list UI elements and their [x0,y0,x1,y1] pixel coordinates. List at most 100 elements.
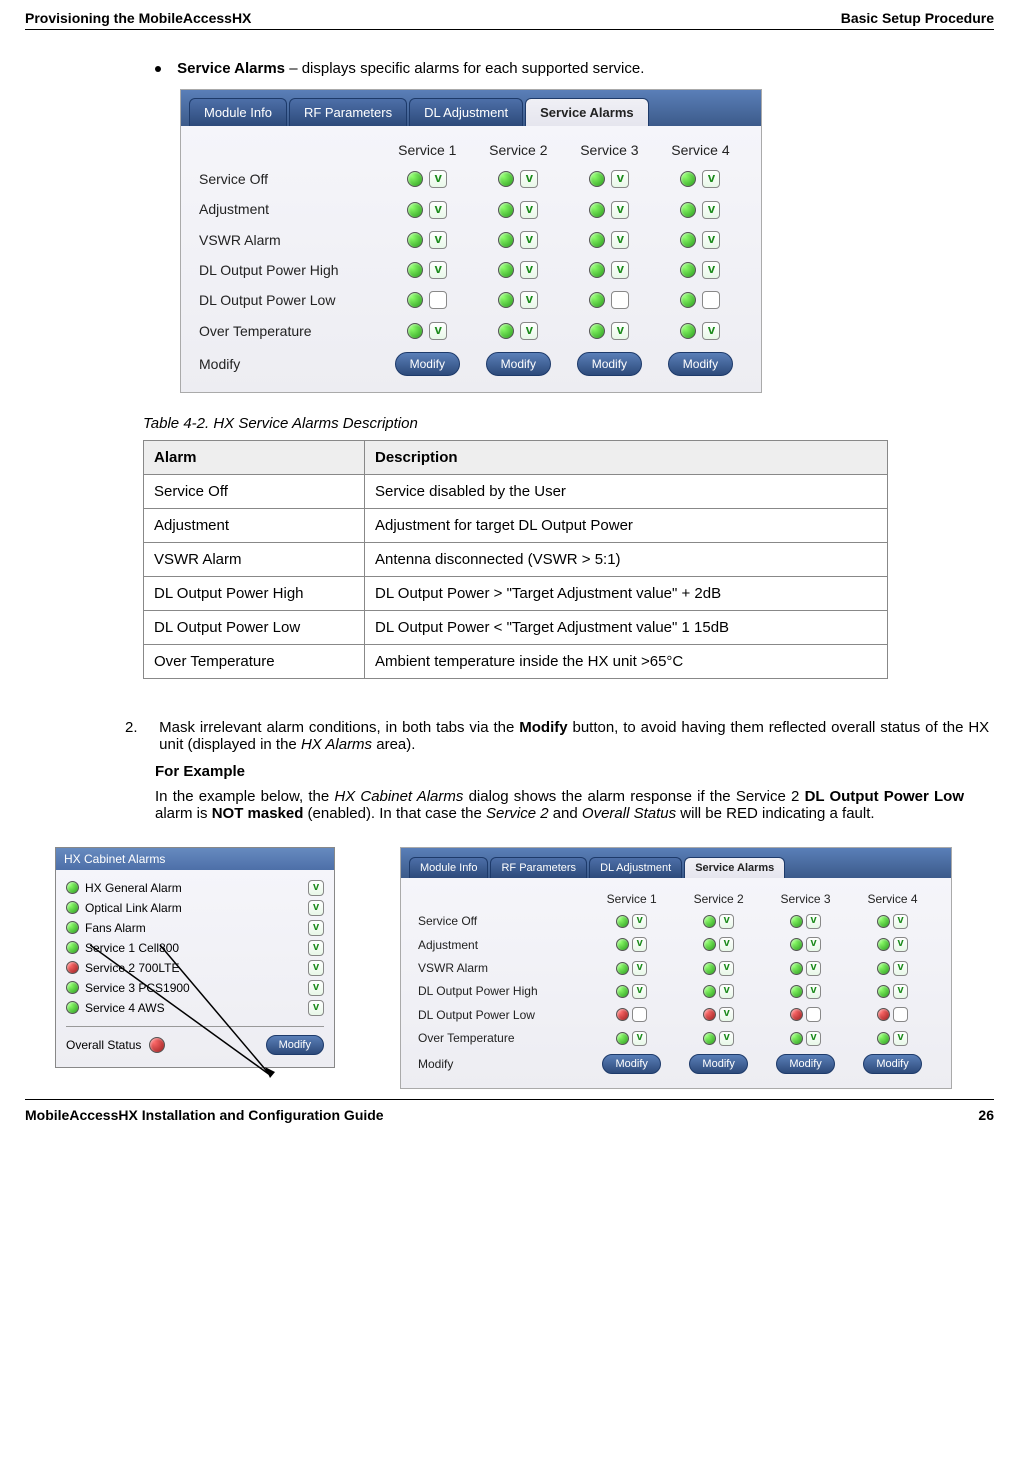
cabinet-checkbox[interactable]: v [308,880,324,896]
mask-checkbox[interactable]: v [893,984,908,999]
cabinet-checkbox[interactable]: v [308,940,324,956]
bullet-icon [155,66,161,72]
tab-module-info-2[interactable]: Module Info [409,857,488,878]
mask-checkbox[interactable]: v [520,261,538,279]
mask-checkbox[interactable]: v [632,984,647,999]
status-led-icon [790,985,803,998]
step-2: 2. Mask irrelevant alarm conditions, in … [125,719,994,753]
modify-button[interactable]: Modify [577,352,642,376]
mask-checkbox[interactable]: v [719,914,734,929]
cabinet-checkbox[interactable]: v [308,900,324,916]
mask-checkbox[interactable]: v [520,231,538,249]
row-label: Modify [196,346,382,382]
mask-checkbox[interactable]: v [429,322,447,340]
mask-checkbox[interactable]: v [702,170,720,188]
mask-checkbox[interactable] [893,1007,908,1022]
status-led-icon [680,232,696,248]
bullet-text: – displays specific alarms for each supp… [285,60,644,77]
mask-checkbox[interactable]: v [632,1031,647,1046]
mask-checkbox[interactable]: v [632,961,647,976]
row-label: VSWR Alarm [196,225,382,255]
modify-button[interactable]: Modify [689,1054,747,1074]
mask-checkbox[interactable]: v [893,937,908,952]
modify-button[interactable]: Modify [776,1054,834,1074]
mask-checkbox[interactable] [611,291,629,309]
mask-checkbox[interactable]: v [893,961,908,976]
mask-checkbox[interactable]: v [611,261,629,279]
mask-checkbox[interactable]: v [520,291,538,309]
mask-checkbox[interactable]: v [893,1031,908,1046]
mask-checkbox[interactable] [806,1007,821,1022]
bullet-title: Service Alarms [177,60,285,77]
status-led-icon [589,262,605,278]
mask-checkbox[interactable]: v [893,914,908,929]
page-footer: MobileAccessHX Installation and Configur… [25,1105,994,1123]
mask-checkbox[interactable]: v [520,322,538,340]
mask-checkbox[interactable]: v [702,261,720,279]
mask-checkbox[interactable]: v [806,984,821,999]
desc-cell: Over Temperature [144,644,365,678]
tab-dl-adjustment-2[interactable]: DL Adjustment [589,857,682,878]
mask-checkbox[interactable]: v [611,322,629,340]
alarm-cell: v [473,164,564,194]
status-led-icon [589,171,605,187]
step2-text: Mask irrelevant alarm conditions, in bot… [159,719,519,736]
cabinet-modify-button[interactable]: Modify [266,1035,324,1055]
mask-checkbox[interactable]: v [806,937,821,952]
mask-checkbox[interactable]: v [611,231,629,249]
mask-checkbox[interactable]: v [429,231,447,249]
mask-checkbox[interactable]: v [719,1031,734,1046]
mask-checkbox[interactable]: v [429,261,447,279]
cabinet-checkbox[interactable]: v [308,920,324,936]
mask-checkbox[interactable]: v [611,201,629,219]
mask-checkbox[interactable]: v [632,937,647,952]
mask-checkbox[interactable]: v [719,961,734,976]
desc-cell: DL Output Power High [144,576,365,610]
mask-checkbox[interactable]: v [520,170,538,188]
mask-checkbox[interactable]: v [719,937,734,952]
row-label: Adjustment [416,933,588,956]
mask-checkbox[interactable]: v [429,170,447,188]
mask-checkbox[interactable]: v [719,984,734,999]
tab-module-info[interactable]: Module Info [189,98,287,126]
modify-button[interactable]: Modify [486,352,551,376]
cabinet-checkbox[interactable]: v [308,980,324,996]
mask-checkbox[interactable]: v [806,914,821,929]
step2-text3: area). [372,736,415,753]
modify-button[interactable]: Modify [395,352,460,376]
cabinet-item-label: Optical Link Alarm [85,901,182,915]
cabinet-row: Service 1 Cell800v [66,938,324,958]
mask-checkbox[interactable]: v [702,201,720,219]
status-led-icon [790,915,803,928]
mask-checkbox[interactable]: v [702,322,720,340]
cabinet-checkbox[interactable]: v [308,1000,324,1016]
modify-button[interactable]: Modify [863,1054,921,1074]
mask-checkbox[interactable]: v [429,201,447,219]
mask-checkbox[interactable]: v [611,170,629,188]
mask-checkbox[interactable]: v [632,914,647,929]
tab-rf-parameters[interactable]: RF Parameters [289,98,407,126]
status-led-icon [790,962,803,975]
desc-cell: Ambient temperature inside the HX unit >… [365,644,888,678]
modify-button[interactable]: Modify [668,352,733,376]
mask-checkbox[interactable]: v [806,961,821,976]
alarm-cell: v [382,225,473,255]
modify-button[interactable]: Modify [602,1054,660,1074]
mask-checkbox[interactable]: v [520,201,538,219]
mask-checkbox[interactable] [702,291,720,309]
cabinet-checkbox[interactable]: v [308,960,324,976]
status-led-icon [498,171,514,187]
tab-service-alarms-2[interactable]: Service Alarms [684,857,785,878]
alarm-cell: v [473,225,564,255]
tab-dl-adjustment[interactable]: DL Adjustment [409,98,523,126]
mask-checkbox[interactable]: v [806,1031,821,1046]
mask-checkbox[interactable] [429,291,447,309]
col2-service-2: Service 2 [675,888,762,910]
tab-service-alarms[interactable]: Service Alarms [525,98,648,126]
table-caption: Table 4-2. HX Service Alarms Description [143,415,994,432]
mask-checkbox[interactable]: v [702,231,720,249]
step2-hx-alarms: HX Alarms [301,736,372,753]
mask-checkbox[interactable]: v [719,1007,734,1022]
tab-rf-parameters-2[interactable]: RF Parameters [490,857,587,878]
mask-checkbox[interactable] [632,1007,647,1022]
